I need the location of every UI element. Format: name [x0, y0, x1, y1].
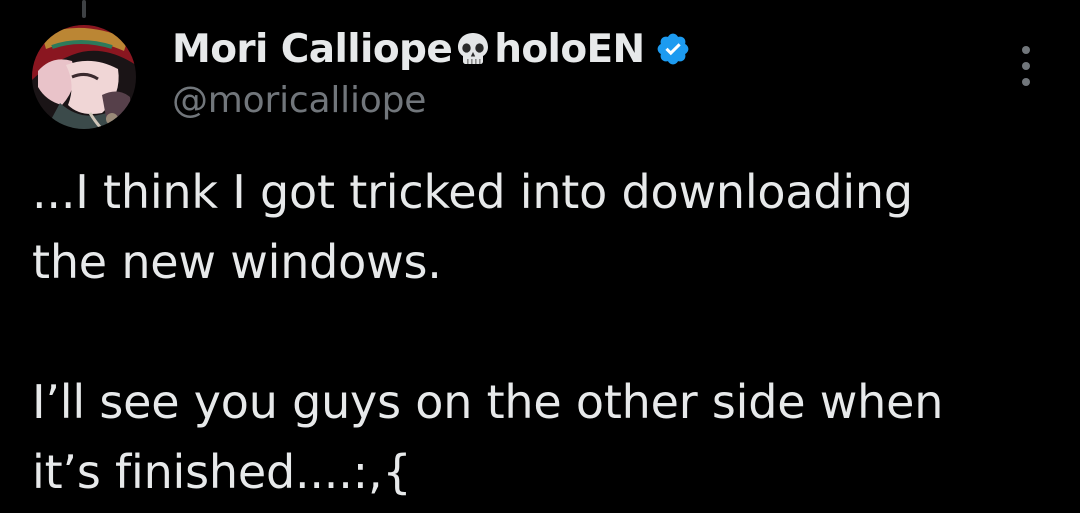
tweet-text-line: ...I think I got tricked into downloadin…: [32, 165, 913, 219]
author-name-row[interactable]: Mori Calliope holoEN: [172, 24, 980, 74]
tweet-header: Mori Calliope holoEN @moricalliope: [172, 24, 980, 121]
author-handle[interactable]: @moricalliope: [172, 80, 980, 121]
author-display-name[interactable]: Mori Calliope: [172, 27, 453, 72]
tweet-text-line: it’s finished....:,{: [32, 445, 412, 499]
more-options-button[interactable]: [1014, 46, 1038, 86]
more-options-icon: [1022, 46, 1030, 54]
tweet-text-line: the new windows.: [32, 235, 442, 289]
skull-icon: [454, 30, 492, 68]
more-options-icon: [1022, 62, 1030, 70]
tweet-text-line: I’ll see you guys on the other side when: [32, 375, 944, 429]
avatar[interactable]: [32, 25, 136, 129]
more-options-icon: [1022, 78, 1030, 86]
avatar-image: [32, 25, 136, 129]
tweet-text: ...I think I got tricked into downloadin…: [32, 157, 1042, 507]
thread-connector-line: [82, 0, 86, 18]
author-name-suffix[interactable]: holoEN: [494, 27, 645, 72]
verified-badge-icon[interactable]: [655, 31, 691, 67]
